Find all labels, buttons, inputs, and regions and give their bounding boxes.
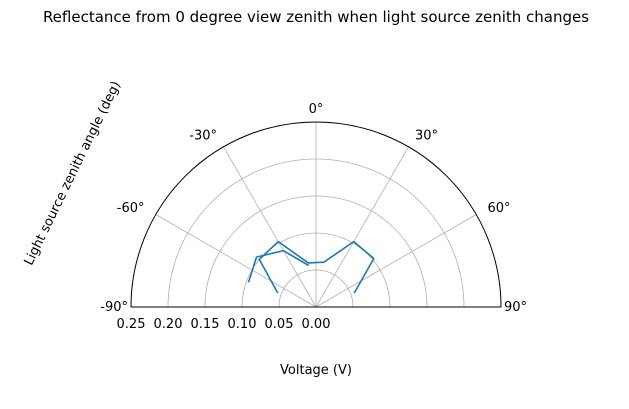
theta-tick-label-5: 60° (488, 201, 511, 216)
y-axis-label: Light source zenith angle (deg) (22, 79, 124, 268)
theta-grid-line-2 (223, 146, 317, 308)
theta-tick-label-2: -30° (189, 129, 217, 144)
theta-tick-labels: -90° -60° -30° 0° 30° 60° 90° (100, 102, 527, 315)
theta-grid-line-4 (315, 146, 409, 308)
chart-title: Reflectance from 0 degree view zenith wh… (43, 8, 589, 26)
r-tick-label-4: 0.05 (265, 317, 294, 332)
x-axis-label: Voltage (V) (280, 363, 352, 378)
series-line-1 (247, 249, 310, 283)
theta-tick-label-3: 0° (309, 102, 324, 117)
polar-chart: Reflectance from 0 degree view zenith wh… (22, 8, 590, 378)
series-layer (247, 240, 375, 294)
theta-tick-label-1: -60° (117, 201, 145, 216)
r-tick-label-3: 0.10 (228, 317, 257, 332)
r-tick-label-0: 0.25 (117, 317, 146, 332)
theta-grid-line-1 (155, 214, 317, 308)
r-tick-label-5: 0.00 (302, 317, 331, 332)
theta-grid-line-5 (315, 214, 477, 308)
theta-tick-label-6: 90° (504, 300, 527, 315)
series-line-0 (258, 240, 375, 294)
r-tick-label-1: 0.20 (154, 317, 183, 332)
theta-tick-label-4: 30° (415, 129, 438, 144)
theta-tick-label-0: -90° (100, 300, 128, 315)
r-tick-labels: 0.25 0.20 0.15 0.10 0.05 0.00 (117, 317, 331, 332)
r-tick-label-2: 0.15 (191, 317, 220, 332)
polar-grid (155, 122, 477, 308)
